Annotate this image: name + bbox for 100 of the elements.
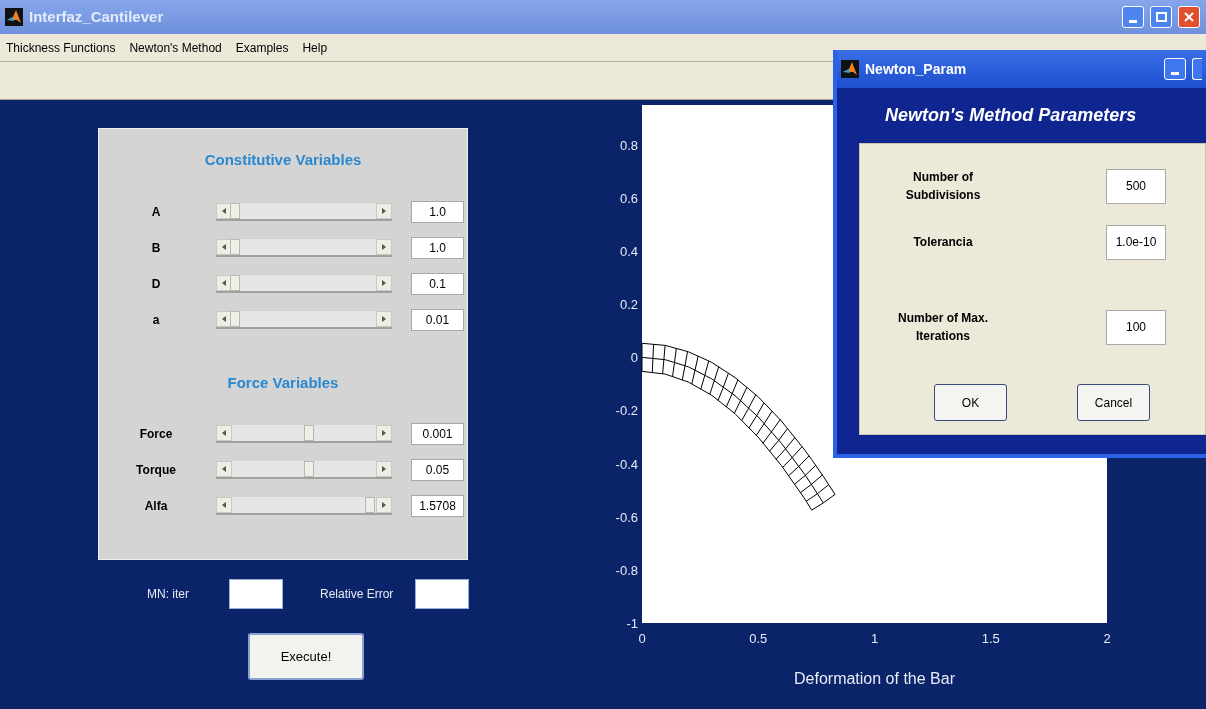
slider[interactable]	[216, 203, 392, 221]
slider-thumb[interactable]	[230, 275, 241, 291]
result-label: MN: iter	[147, 586, 190, 603]
value-field[interactable]: 1.0	[411, 237, 464, 259]
right-arrow-icon	[382, 244, 386, 250]
menu-item[interactable]: Help	[302, 38, 328, 57]
close-button[interactable]	[1178, 6, 1200, 28]
slider-label: Alfa	[143, 498, 169, 515]
y-tick-label: -0.6	[615, 509, 638, 525]
parameter-field[interactable]: 500	[1106, 168, 1166, 204]
left-arrow-icon	[222, 502, 226, 508]
value-field[interactable]: 0.001	[411, 423, 464, 445]
slider[interactable]	[216, 497, 392, 515]
execute-button[interactable]: Execute!	[248, 633, 364, 680]
slider-thumb[interactable]	[230, 239, 241, 255]
slider-label: A	[150, 204, 162, 221]
scroll-left-button[interactable]	[216, 461, 232, 477]
result-field[interactable]	[415, 579, 469, 609]
right-arrow-icon	[382, 208, 386, 214]
left-arrow-icon	[222, 244, 226, 250]
left-arrow-icon	[222, 208, 226, 214]
result-field[interactable]	[229, 579, 283, 609]
y-tick-label: 0.4	[619, 244, 638, 260]
scroll-right-button[interactable]	[376, 275, 392, 291]
parameter-label: Number of Subdivisions	[904, 169, 982, 204]
right-arrow-icon	[382, 280, 386, 286]
left-arrow-icon	[222, 466, 226, 472]
left-arrow-icon	[222, 316, 226, 322]
scroll-right-button[interactable]	[376, 461, 392, 477]
value-field[interactable]: 1.5708	[411, 495, 464, 517]
y-tick-label: 0.2	[619, 297, 638, 313]
parameter-label: Number of Max. Iterations	[897, 310, 989, 345]
minimize-button[interactable]	[1164, 58, 1186, 80]
scroll-right-button[interactable]	[376, 311, 392, 327]
x-tick-label: 1	[870, 631, 879, 646]
y-tick-label: 0	[630, 350, 638, 366]
maximize-button[interactable]	[1192, 58, 1202, 80]
result-label: Relative Error	[320, 586, 395, 603]
scroll-right-button[interactable]	[376, 239, 392, 255]
minimize-button[interactable]	[1122, 6, 1144, 28]
slider-thumb[interactable]	[230, 203, 241, 219]
value-field[interactable]: 0.05	[411, 459, 464, 481]
app-logo-icon	[5, 8, 23, 26]
dialog-title: Newton_Param	[865, 59, 968, 79]
slider-label: a	[151, 312, 161, 329]
cancel-button[interactable]: Cancel	[1077, 384, 1150, 421]
y-tick-label: 0.6	[619, 190, 638, 206]
parameter-field[interactable]: 1.0e-10	[1106, 224, 1166, 260]
y-tick-label: -0.8	[615, 562, 638, 578]
dialog-heading: Newton's Method Parameters	[884, 104, 1138, 127]
parameter-field[interactable]: 100	[1106, 309, 1166, 345]
slider-thumb[interactable]	[304, 461, 315, 477]
y-tick-label: -0.4	[615, 456, 638, 472]
scroll-left-button[interactable]	[216, 497, 232, 513]
slider-thumb[interactable]	[304, 425, 315, 441]
left-arrow-icon	[222, 280, 226, 286]
slider-label: D	[150, 276, 162, 293]
x-axis-title: Deformation of the Bar	[794, 670, 955, 687]
parameter-label: Tolerancia	[912, 234, 974, 251]
maximize-button[interactable]	[1150, 6, 1172, 28]
slider-label: Force	[138, 426, 174, 443]
slider[interactable]	[216, 425, 392, 443]
maximize-icon	[1155, 12, 1167, 22]
ok-button[interactable]: OK	[934, 384, 1007, 421]
slider[interactable]	[216, 275, 392, 293]
x-tick-label: 2	[1103, 631, 1111, 646]
x-tick-label: 0.5	[749, 631, 768, 646]
value-field[interactable]: 0.01	[411, 309, 464, 331]
x-tick-label: 1.5	[981, 631, 1000, 646]
minimize-icon	[1129, 20, 1137, 23]
y-tick-label: 0.8	[619, 137, 638, 153]
right-arrow-icon	[382, 430, 386, 436]
scroll-right-button[interactable]	[376, 497, 392, 513]
slider-label: B	[150, 240, 162, 257]
scroll-right-button[interactable]	[376, 203, 392, 219]
y-tick-label: -0.2	[615, 403, 638, 419]
right-arrow-icon	[382, 466, 386, 472]
slider[interactable]	[216, 461, 392, 479]
value-field[interactable]: 1.0	[411, 201, 464, 223]
slider[interactable]	[216, 239, 392, 257]
close-icon	[1184, 12, 1194, 22]
left-arrow-icon	[222, 430, 226, 436]
menu-item[interactable]: Thickness Functions	[6, 38, 116, 57]
slider-thumb[interactable]	[230, 311, 241, 327]
section-heading: Constitutive Variables	[203, 150, 363, 169]
menu-item[interactable]: Examples	[235, 38, 289, 57]
y-tick-label: -1	[626, 616, 638, 631]
window-title: Interfaz_Cantilever	[29, 6, 165, 27]
scroll-right-button[interactable]	[376, 425, 392, 441]
scroll-left-button[interactable]	[216, 425, 232, 441]
x-tick-label: 0	[638, 631, 646, 646]
value-field[interactable]: 0.1	[411, 273, 464, 295]
section-heading: Force Variables	[226, 373, 340, 392]
right-arrow-icon	[382, 502, 386, 508]
slider[interactable]	[216, 311, 392, 329]
slider-thumb[interactable]	[365, 497, 375, 513]
app-logo-icon	[841, 60, 859, 78]
menu-item[interactable]: Newton's Method	[129, 38, 222, 57]
minimize-icon	[1171, 72, 1179, 75]
slider-label: Torque	[135, 462, 177, 479]
